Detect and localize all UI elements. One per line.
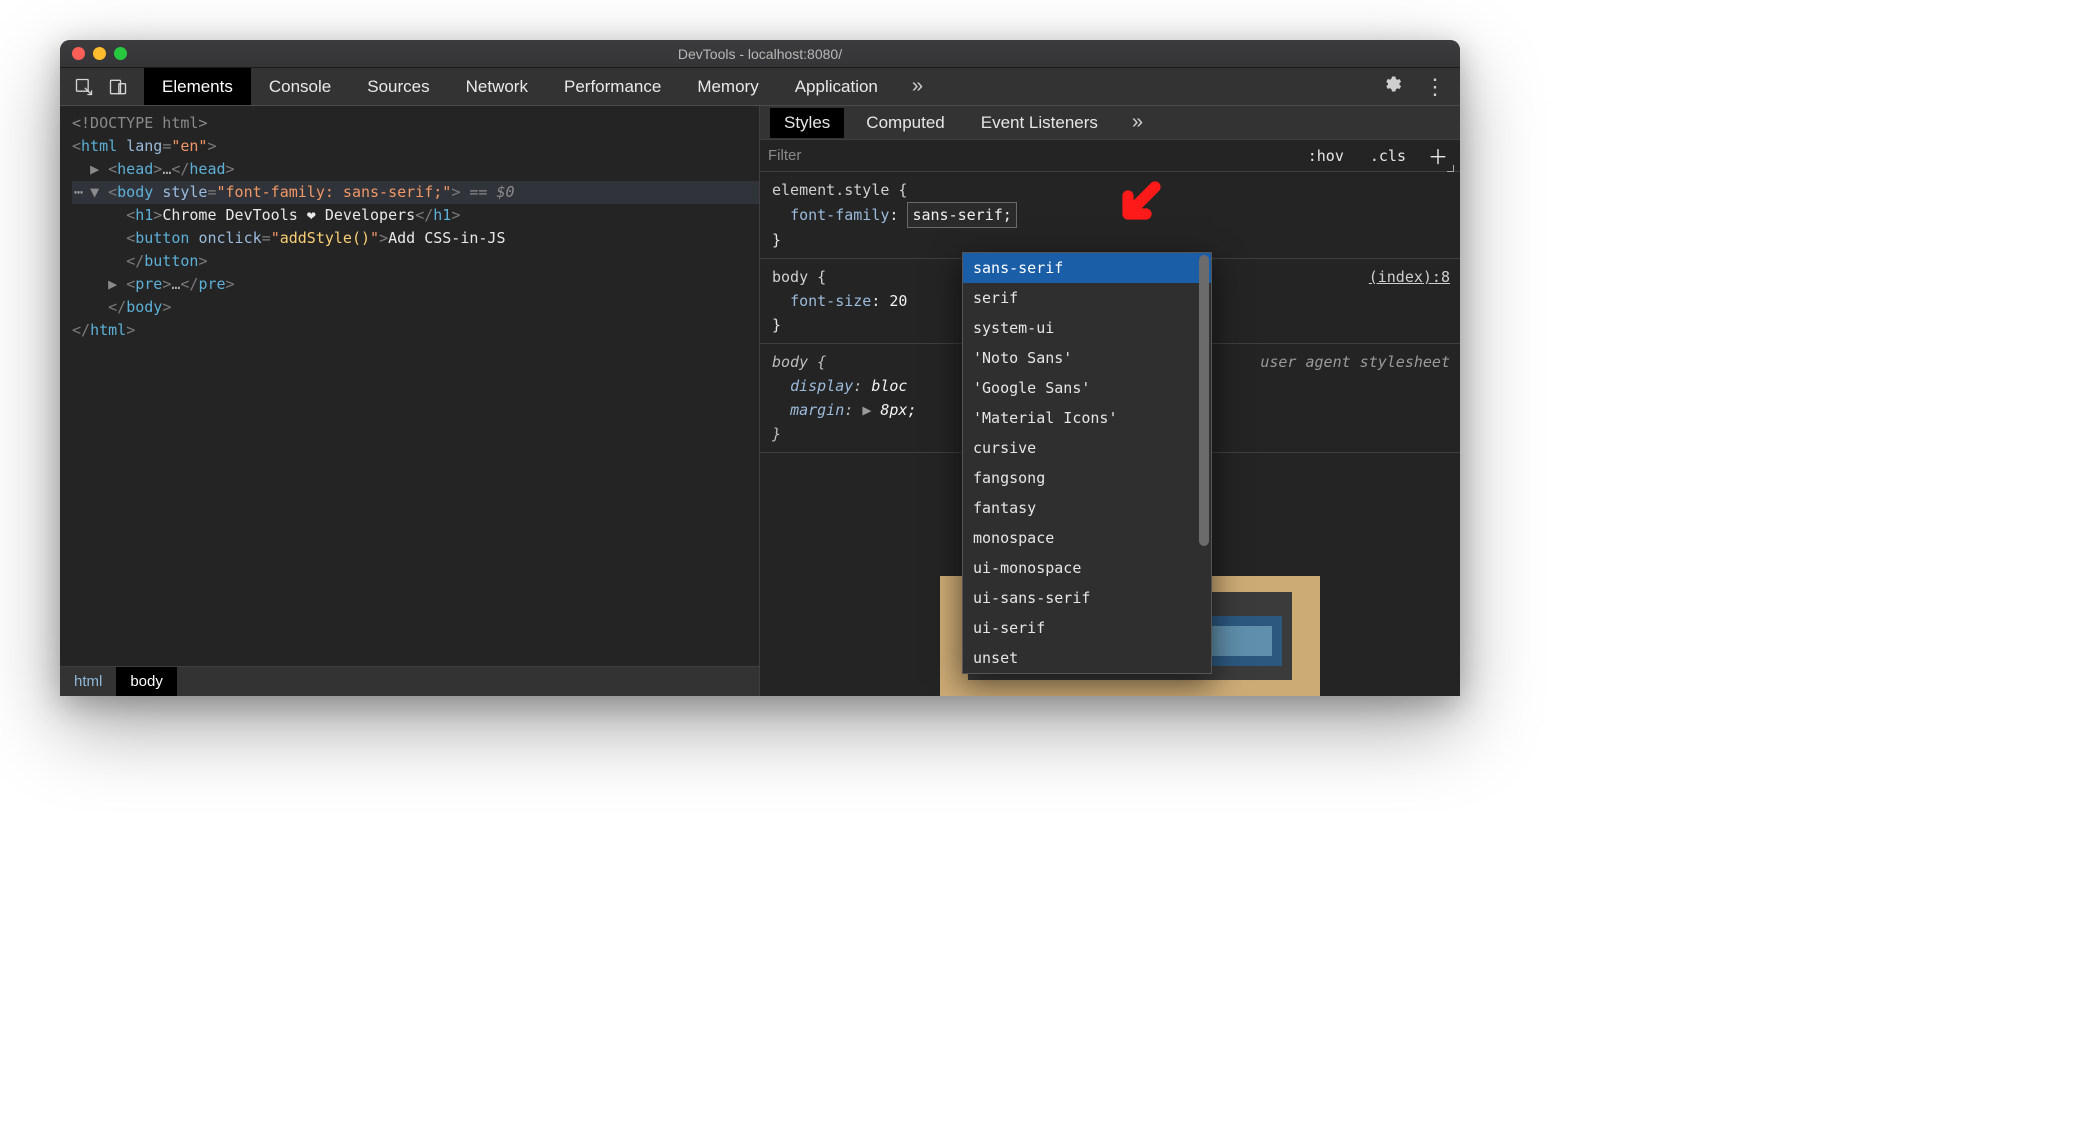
annotation-arrow-icon — [1110, 178, 1164, 239]
dom-button-open[interactable]: <button onclick="addStyle()">Add CSS-in-… — [72, 227, 759, 250]
autocomplete-option[interactable]: ui-sans-serif — [963, 583, 1211, 613]
subtab-styles[interactable]: Styles — [770, 108, 844, 138]
user-agent-label: user agent stylesheet — [1260, 350, 1450, 374]
css-property-value[interactable]: bloc — [871, 377, 907, 395]
autocomplete-option[interactable]: 'Material Icons' — [963, 403, 1211, 433]
rule-selector[interactable]: body { — [772, 353, 826, 371]
breadcrumb-body[interactable]: body — [116, 667, 177, 696]
subtab-event-listeners[interactable]: Event Listeners — [967, 108, 1112, 138]
cls-toggle[interactable]: .cls — [1362, 145, 1414, 167]
split-panes: <!DOCTYPE html> <html lang="en"> ▶ <head… — [60, 106, 1460, 696]
autocomplete-option[interactable]: ui-monospace — [963, 553, 1211, 583]
tab-performance[interactable]: Performance — [546, 68, 679, 105]
styles-filter-row: :hov .cls ＋ — [760, 140, 1460, 172]
autocomplete-option[interactable]: unset — [963, 643, 1211, 673]
styles-sidebar: Styles Computed Event Listeners » :hov .… — [760, 106, 1460, 696]
tab-console[interactable]: Console — [251, 68, 349, 105]
kebab-menu-icon[interactable]: ⋮ — [1416, 76, 1454, 98]
autocomplete-option[interactable]: monospace — [963, 523, 1211, 553]
hov-toggle[interactable]: :hov — [1300, 145, 1352, 167]
rule-selector[interactable]: element.style { — [772, 181, 907, 199]
dom-button-close[interactable]: </button> — [72, 250, 759, 273]
css-property-name[interactable]: font-size — [790, 292, 871, 310]
maximize-window-icon[interactable] — [114, 47, 127, 60]
tab-elements[interactable]: Elements — [144, 68, 251, 105]
devtools-window: DevTools - localhost:8080/ Elements Cons… — [60, 40, 1460, 696]
tab-application[interactable]: Application — [777, 68, 896, 105]
tab-network[interactable]: Network — [448, 68, 546, 105]
css-property-name[interactable]: display — [790, 377, 853, 395]
close-window-icon[interactable] — [72, 47, 85, 60]
breadcrumb: html body — [60, 666, 759, 696]
dom-tree[interactable]: <!DOCTYPE html> <html lang="en"> ▶ <head… — [60, 106, 759, 666]
dom-pre[interactable]: ▶ <pre>…</pre> — [72, 273, 759, 296]
more-tabs-icon[interactable]: » — [902, 75, 933, 98]
dom-body-open[interactable]: ▼ <body style="font-family: sans-serif;"… — [72, 181, 759, 204]
more-subtabs-icon[interactable]: » — [1122, 111, 1153, 134]
dom-head[interactable]: ▶ <head>…</head> — [72, 158, 759, 181]
main-toolbar: Elements Console Sources Network Perform… — [60, 68, 1460, 106]
autocomplete-option[interactable]: ui-serif — [963, 613, 1211, 643]
window-title: DevTools - localhost:8080/ — [60, 46, 1460, 62]
traffic-lights — [60, 47, 127, 60]
styles-pane[interactable]: element.style { font-family: sans-serif;… — [760, 172, 1460, 696]
css-property-value[interactable]: 8px; — [880, 401, 916, 419]
new-style-rule-button[interactable]: ＋ — [1424, 141, 1452, 170]
elements-pane: <!DOCTYPE html> <html lang="en"> ▶ <head… — [60, 106, 760, 696]
stylesheet-link[interactable]: (index):8 — [1369, 265, 1450, 289]
css-value-editing[interactable]: sans-serif; — [907, 202, 1016, 228]
styles-filter-input[interactable] — [768, 147, 1290, 164]
dropdown-scrollbar[interactable] — [1199, 255, 1209, 671]
autocomplete-option[interactable]: system-ui — [963, 313, 1211, 343]
titlebar: DevTools - localhost:8080/ — [60, 40, 1460, 68]
sidebar-subtabs: Styles Computed Event Listeners » — [760, 106, 1460, 140]
autocomplete-option[interactable]: 'Google Sans' — [963, 373, 1211, 403]
settings-gear-icon[interactable] — [1374, 74, 1410, 99]
dom-doctype[interactable]: <!DOCTYPE html> — [72, 112, 759, 135]
inspect-element-icon[interactable] — [70, 73, 98, 101]
autocomplete-option[interactable]: 'Noto Sans' — [963, 343, 1211, 373]
autocomplete-option[interactable]: sans-serif — [963, 253, 1211, 283]
css-autocomplete-dropdown[interactable]: sans-serifserifsystem-ui'Noto Sans''Goog… — [962, 252, 1212, 674]
device-toolbar-icon[interactable] — [104, 73, 132, 101]
dom-html-close[interactable]: </html> — [72, 319, 759, 342]
rule-selector[interactable]: body { — [772, 268, 826, 286]
autocomplete-option[interactable]: fangsong — [963, 463, 1211, 493]
panel-tabs: Elements Console Sources Network Perform… — [144, 68, 896, 105]
autocomplete-option[interactable]: cursive — [963, 433, 1211, 463]
css-property-name[interactable]: margin — [790, 401, 844, 419]
dom-h1[interactable]: <h1>Chrome DevTools ❤ Developers</h1> — [72, 204, 759, 227]
autocomplete-option[interactable]: serif — [963, 283, 1211, 313]
autocomplete-option[interactable]: fantasy — [963, 493, 1211, 523]
tab-memory[interactable]: Memory — [679, 68, 776, 105]
tab-sources[interactable]: Sources — [349, 68, 447, 105]
css-property-value[interactable]: 20 — [889, 292, 907, 310]
css-property-name[interactable]: font-family — [790, 206, 889, 224]
dom-body-close[interactable]: </body> — [72, 296, 759, 319]
subtab-computed[interactable]: Computed — [852, 108, 958, 138]
breadcrumb-html[interactable]: html — [60, 667, 116, 696]
dom-html-open[interactable]: <html lang="en"> — [72, 135, 759, 158]
minimize-window-icon[interactable] — [93, 47, 106, 60]
